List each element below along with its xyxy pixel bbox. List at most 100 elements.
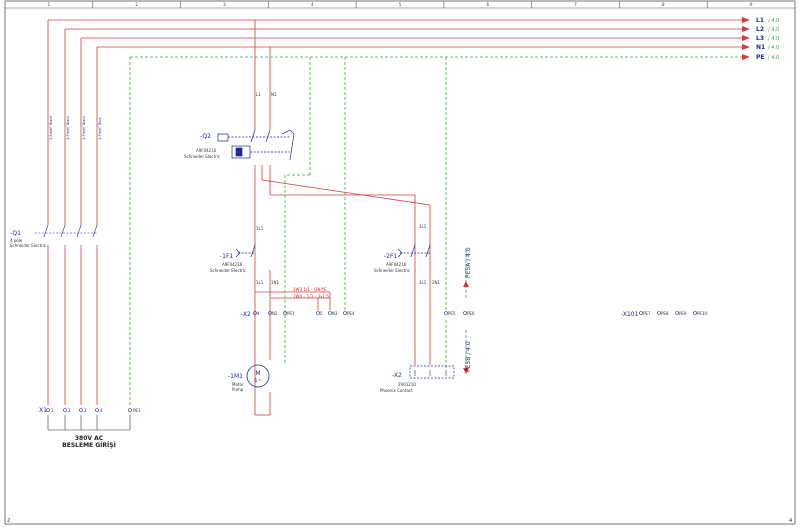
x101-term-pe10: PE10 <box>697 311 707 316</box>
column-number: 2 <box>135 2 138 7</box>
wire-label-1l1b: 1L1 <box>256 280 264 285</box>
f1-line2: Schneider Electric <box>210 268 246 273</box>
bus-ref-l2: / 4.0 <box>768 27 779 33</box>
q2-line1: A9F04216 <box>196 148 217 153</box>
q1-switch: -Q1 4 pole Schneider Electric <box>10 224 98 248</box>
bus-arrow-n1 <box>742 44 750 50</box>
column-number: 9 <box>750 2 753 7</box>
svg-text:1.5mm² Blue: 1.5mm² Blue <box>98 117 102 140</box>
motor-phase: 1~ <box>254 378 261 384</box>
bus-label-pe: PE <box>756 54 765 61</box>
pe-arrow-bottom-label: PE5B / 4.0 <box>465 341 472 372</box>
q2-breaker: -Q2 A9F04216 Schneider Electric <box>184 129 295 161</box>
x1-tag: X1 <box>39 407 47 414</box>
column-number: 6 <box>487 2 490 7</box>
motor-line2: Pump <box>232 387 244 392</box>
x101-term-pe9: PE9 <box>679 311 687 316</box>
bus-label-n1: N1 <box>756 44 765 51</box>
motor-tag: -1M1 <box>228 373 243 380</box>
column-number: 5 <box>399 2 402 7</box>
x1-term-pe1: PE1 <box>133 408 141 413</box>
svg-text:1.5mm² Black: 1.5mm² Black <box>49 115 53 140</box>
x1-term-1: 1 <box>51 408 54 413</box>
page-corner-left: 2 <box>7 518 10 524</box>
x2-term-5: 5 <box>320 311 323 316</box>
x2-socket-line1: 2903210 <box>398 382 416 387</box>
x1-term-4: 4 <box>100 408 103 413</box>
bus-arrow-l3 <box>742 35 750 41</box>
f1-tag: -1F1 <box>220 253 233 260</box>
bus-label-l1: L1 <box>756 17 764 24</box>
branch-wire-labels: L1 N1 1L1 1L1 1N1 2L1 2L1 2N1 <box>256 92 441 285</box>
supply-caption-line1: 380V AC <box>75 435 104 442</box>
cable-annotation-1: 1W3 1/1 – GN/YE <box>293 287 327 292</box>
bus-labels: L1 / 4.0 L2 / 4.0 L3 / 4.0 N1 / 4.0 PE /… <box>756 17 779 61</box>
branch-pe-wires <box>284 57 447 370</box>
wire-label-2n1: 2N1 <box>432 280 441 285</box>
q2-tag: -Q2 <box>200 133 211 140</box>
x2-term-pe4: PE4 <box>347 311 355 316</box>
bus-ref-n1: / 4.0 <box>768 45 779 51</box>
x2-row-tag: -X2 <box>241 311 251 318</box>
x101-term-pe8: PE8 <box>661 311 669 316</box>
pe-arrow-top-label: PE5A / 4.0 <box>465 247 472 278</box>
x2-term-n2: N2 <box>272 311 278 316</box>
x2-socket-tag: -X2 <box>392 372 402 379</box>
q1-tag: -Q1 <box>10 230 21 237</box>
q1-line2: Schneider Electric <box>10 243 46 248</box>
x2-term-pe1: PE1 <box>287 311 295 316</box>
supply-caption-line2: BESLEME GİRİŞİ <box>62 442 116 449</box>
column-header: 1 2 3 4 5 6 7 8 9 <box>48 1 753 8</box>
x2-socket: -X2 2903210 Phoenix Contact <box>380 365 455 393</box>
wire-label-2l1: 2L1 <box>419 224 427 229</box>
branch-1-wires <box>254 20 431 416</box>
q2-line2: Schneider Electric <box>184 154 220 159</box>
f2-line1: A9F04216 <box>386 262 407 267</box>
column-number: 7 <box>574 2 577 7</box>
x1-term-3: 3 <box>84 408 87 413</box>
bus-arrow-l1 <box>742 17 750 23</box>
f1-line1: A9F04216 <box>222 262 243 267</box>
bus-ref-pe: / 4.0 <box>768 55 779 61</box>
bus-arrow-l2 <box>742 26 750 32</box>
x1-term-2: 2 <box>68 408 71 413</box>
svg-text:1.5mm² Black: 1.5mm² Black <box>66 115 70 140</box>
wire-label-l1: L1 <box>256 92 261 97</box>
x2-socket-line2: Phoenix Contact <box>380 388 413 393</box>
wire-label-1n1: 1N1 <box>271 280 280 285</box>
column-number: 4 <box>311 2 314 7</box>
f2-breaker: -2F1 A9F04216 Schneider Electric <box>374 244 431 273</box>
column-number: 1 <box>48 2 51 7</box>
bus-ref-l1: / 4.0 <box>768 18 779 24</box>
f2-tag: -2F1 <box>384 253 397 260</box>
wire-label-n1: N1 <box>271 92 277 97</box>
f2-line2: Schneider Electric <box>374 268 410 273</box>
wire-label-1l1: 1L1 <box>256 226 264 231</box>
cable-annotation-2: 1W4 – 1/3 – 3x1.5 <box>293 294 329 299</box>
f1-breaker: -1F1 A9F04216 Schneider Electric <box>210 244 256 273</box>
svg-text:1.5mm² Black: 1.5mm² Black <box>82 115 86 140</box>
x2-terminal-row: -X2 4 N2 PE1 5 N3 PE4 PE5 PE6 <box>241 311 475 318</box>
motor-letter: M <box>255 370 260 377</box>
column-number: 3 <box>223 2 226 7</box>
bus-ref-l3: / 4.0 <box>768 36 779 42</box>
feeder-wire-marks: 1.5mm² Black 1.5mm² Black 1.5mm² Black 1… <box>49 115 102 140</box>
feeder-wires <box>47 20 98 405</box>
x2-term-pe5: PE5 <box>448 311 456 316</box>
page-corner-right: 4 <box>789 518 792 524</box>
x2-term-pe6: PE6 <box>467 311 475 316</box>
column-number: 8 <box>662 2 665 7</box>
x101-term-pe7: PE7 <box>643 311 651 316</box>
x2-term-n3: N3 <box>332 311 338 316</box>
wire-label-2l1b: 2L1 <box>419 280 427 285</box>
bus-label-l2: L2 <box>756 26 764 33</box>
x2-term-4: 4 <box>257 311 260 316</box>
motor-1m1: M 1~ -1M1 Motor Pump <box>228 364 270 392</box>
bus-label-l3: L3 <box>756 35 764 42</box>
bus-arrow-pe <box>742 54 750 60</box>
schematic-sheet: 1 2 3 4 5 6 7 8 9 L1 / 4.0 L2 / 4.0 L3 / 4.0 N1 … <box>4 0 796 525</box>
x101-tag: -X101 <box>621 311 639 318</box>
bus-lines <box>48 17 750 60</box>
x101-terminal-strip: -X101 PE7 PE8 PE9 PE10 <box>621 311 707 318</box>
x1-terminal-strip: X1 1 2 3 4 PE1 <box>39 407 141 431</box>
